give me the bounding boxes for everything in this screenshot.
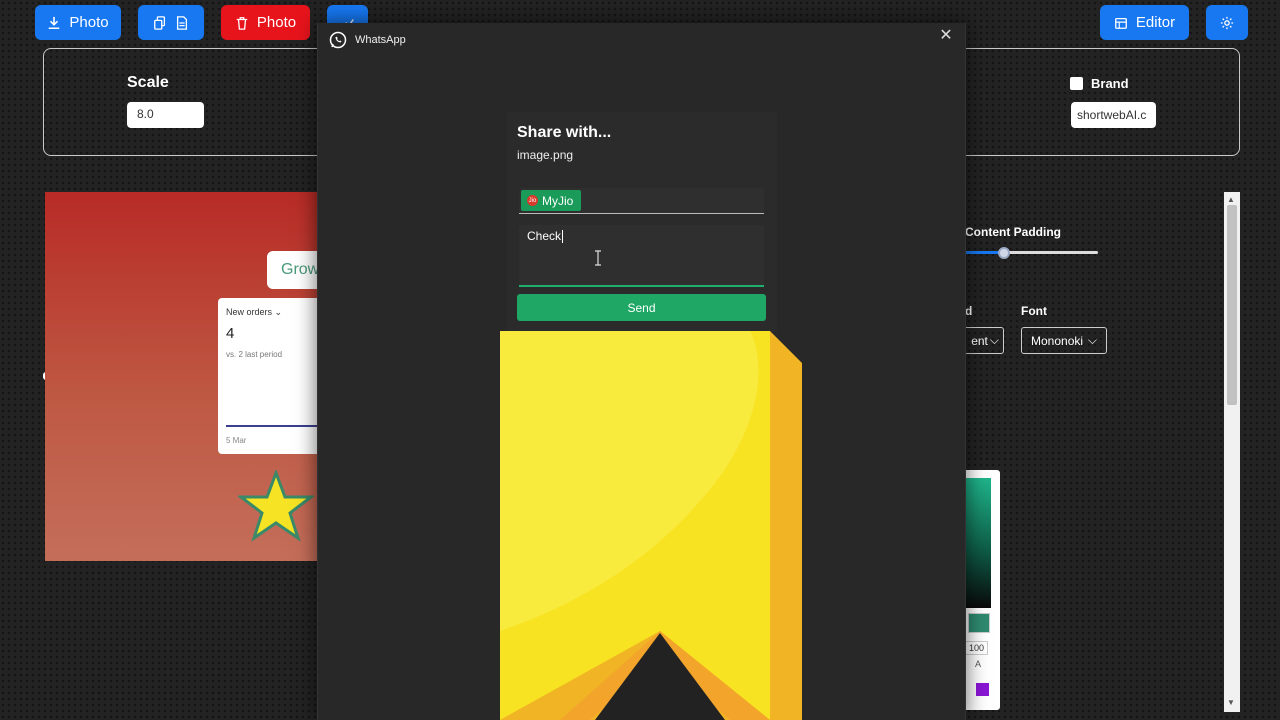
recipient-chip[interactable]: Jio MyJio — [521, 190, 581, 211]
font-select-value: Mononoki — [1031, 333, 1084, 348]
chevron-down-icon: ⌄ — [274, 307, 283, 317]
download-photo-label: Photo — [69, 14, 109, 31]
alpha-input[interactable]: 100 — [964, 641, 988, 655]
recipient-name: MyJio — [542, 193, 574, 208]
content-padding-label: Content Padding — [965, 225, 1061, 239]
preview-canvas: Grow New orders ⌄ 4 vs. 2 last period 5 … — [45, 192, 325, 561]
whatsapp-icon — [329, 31, 347, 49]
font-select[interactable]: Mononoki ⌵ — [1021, 327, 1107, 354]
card-date: 5 Mar — [226, 436, 247, 445]
editor-icon — [1115, 17, 1127, 29]
font-label: Font — [1021, 304, 1047, 318]
copy-buttons[interactable] — [138, 5, 204, 40]
download-icon — [49, 16, 60, 29]
scroll-down-icon[interactable]: ▼ — [1227, 698, 1235, 707]
text-cursor-icon — [595, 250, 601, 266]
alpha-label: A — [975, 659, 982, 669]
scale-label: Scale — [127, 74, 169, 91]
close-icon[interactable]: ✕ — [938, 28, 954, 44]
chevron-down-icon: ⌵ — [1087, 333, 1097, 347]
document-icon — [176, 15, 188, 30]
text-caret — [562, 230, 564, 244]
share-filename: image.png — [517, 148, 574, 162]
card-subtitle: vs. 2 last period — [226, 350, 283, 359]
star-icon — [238, 470, 314, 542]
card-title: New orders ⌄ — [226, 307, 283, 317]
share-title: Share with... — [517, 124, 612, 141]
settings-button[interactable] — [1206, 5, 1248, 40]
download-photo-button[interactable]: Photo — [35, 5, 121, 40]
trash-icon — [236, 16, 248, 30]
delete-photo-button[interactable]: Photo — [221, 5, 310, 40]
gear-icon — [1220, 16, 1234, 29]
copy-icon — [154, 15, 166, 30]
brand-checkbox[interactable] — [1070, 77, 1083, 90]
card-value: 4 — [226, 325, 235, 342]
message-text: Check — [527, 229, 564, 244]
brand-label: Brand — [1091, 76, 1129, 91]
window-title: WhatsApp — [355, 34, 406, 46]
delete-photo-label: Photo — [256, 14, 297, 31]
bookmark-illustration — [500, 331, 802, 720]
brand-input[interactable]: shortwebAI.c — [1071, 102, 1156, 128]
scroll-up-icon[interactable]: ▲ — [1227, 195, 1235, 204]
scale-input[interactable]: 8.0 — [127, 102, 204, 128]
content-padding-slider-thumb[interactable] — [998, 247, 1010, 259]
color-picker-swatch — [968, 613, 990, 633]
background-label: d — [965, 304, 973, 318]
editor-button[interactable]: Editor — [1100, 5, 1189, 40]
jio-icon: Jio — [527, 195, 538, 206]
background-select-value: ent — [971, 333, 988, 348]
preset-color-swatch[interactable] — [976, 683, 989, 696]
chevron-down-icon: ⌵ — [989, 333, 999, 347]
scrollbar-thumb[interactable] — [1227, 205, 1237, 405]
card-chart-line — [226, 425, 325, 427]
editor-label: Editor — [1135, 14, 1176, 31]
send-button[interactable]: Send — [517, 294, 766, 321]
orders-card: New orders ⌄ 4 vs. 2 last period 5 Mar — [218, 298, 325, 454]
